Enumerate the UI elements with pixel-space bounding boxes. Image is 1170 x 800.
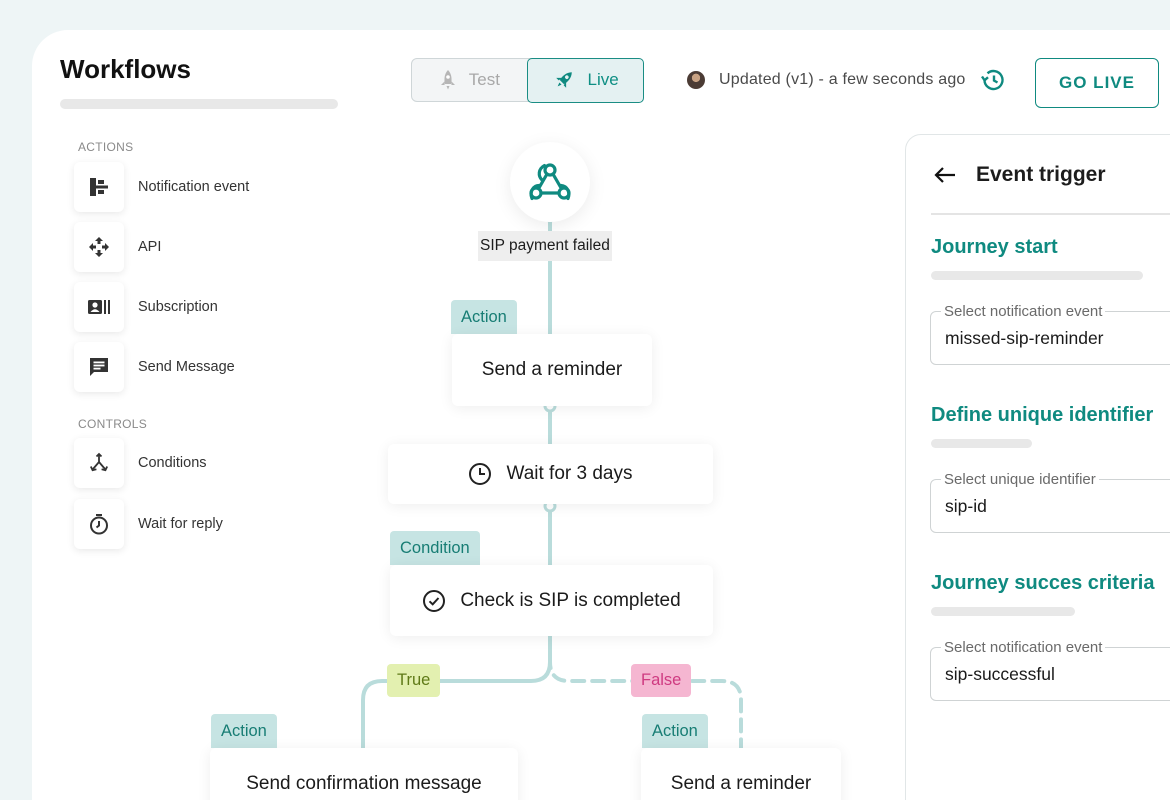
field-value: sip-successful [945, 664, 1055, 684]
heading-underline [931, 271, 1143, 280]
field-value: sip-id [945, 496, 987, 516]
webhook-icon [529, 163, 571, 201]
field-label: Select notification event [941, 639, 1106, 656]
send-reminder-node[interactable]: Send a reminder [452, 334, 652, 406]
history-icon[interactable] [980, 68, 1006, 92]
wait-node[interactable]: Wait for 3 days [388, 444, 713, 504]
node-label: Wait for 3 days [506, 463, 633, 484]
notification-event-select[interactable]: Select notification event missed-sip-rem… [930, 303, 1170, 365]
workflow-card: Workflows ACTIONS Notification event API… [32, 30, 1170, 800]
success-criteria-heading: Journey succes criteria [931, 572, 1155, 594]
true-label: True [387, 664, 441, 697]
field-value: missed-sip-reminder [945, 328, 1104, 348]
node-label: Send a reminder [481, 359, 623, 380]
field-label: Select notification event [941, 303, 1106, 320]
send-reminder-branch-node[interactable]: Send a reminder [641, 748, 841, 800]
action-tag: Action [211, 714, 277, 748]
trigger-label: SIP payment failed [478, 231, 612, 261]
panel-title: Event trigger [976, 163, 1106, 186]
condition-tag: Condition [390, 531, 480, 565]
field-label: Select unique identifier [941, 471, 1099, 488]
node-label: Send confirmation message [246, 773, 482, 794]
heading-underline [931, 439, 1032, 448]
clock-icon [469, 463, 492, 485]
send-confirmation-node[interactable]: Send confirmation message [210, 748, 518, 800]
divider [931, 213, 1170, 215]
condition-node[interactable]: Check is SIP is completed [390, 565, 713, 636]
node-label: Check is SIP is completed [460, 589, 681, 611]
action-tag: Action [451, 300, 517, 334]
flow-connectors [361, 209, 743, 752]
node-label: Send a reminder [670, 773, 812, 794]
panel-header: Event trigger [934, 163, 1106, 187]
action-tag: Action [642, 714, 708, 748]
false-label: False [631, 664, 692, 697]
check-circle-icon [423, 589, 446, 612]
heading-underline [931, 607, 1075, 616]
success-event-select[interactable]: Select notification event sip-successful [930, 639, 1170, 701]
webhook-trigger-node[interactable] [510, 142, 590, 222]
event-trigger-panel: Event trigger Journey start Select notif… [905, 134, 1170, 800]
back-arrow-icon[interactable] [934, 166, 956, 184]
unique-identifier-heading: Define unique identifier [931, 404, 1154, 426]
unique-identifier-select[interactable]: Select unique identifier sip-id [930, 471, 1170, 533]
go-live-button[interactable]: GO LIVE [1035, 58, 1159, 108]
journey-start-heading: Journey start [931, 236, 1058, 258]
